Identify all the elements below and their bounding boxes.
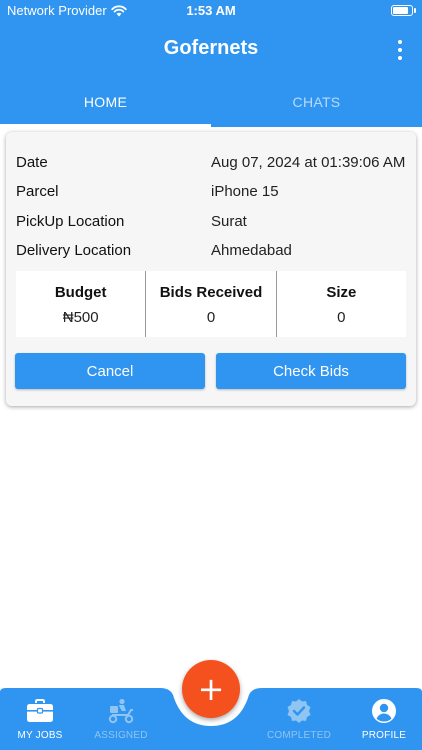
date-label: Date [16,153,48,171]
size-label: Size [326,284,357,301]
check-bids-button[interactable]: Check Bids [216,353,406,389]
tab-bar: HOME CHATS [0,85,422,127]
delivery-scooter-icon [108,698,134,724]
size-stat: Size 0 [275,271,406,337]
parcel-label: Parcel [16,182,59,200]
page-title: Gofernets [163,37,259,59]
nav-completed[interactable]: COMPLETED [259,698,339,741]
parcel-value: iPhone 15 [211,182,279,200]
job-card[interactable]: Date Aug 07, 2024 at 01:39:06 AM Parcel … [6,132,416,406]
delivery-label: Delivery Location [16,241,132,259]
more-vert-icon[interactable] [396,40,404,60]
pickup-label: PickUp Location [16,212,125,230]
nav-assigned-label: ASSIGNED [94,730,148,741]
bids-value: 0 [206,309,216,326]
status-bar: Network Provider 1:53 AM [0,0,422,22]
nav-my-jobs-label: MY JOBS [17,730,63,741]
pickup-value: Surat [211,212,247,230]
size-value: 0 [337,309,346,326]
budget-value: ₦500 [62,309,99,326]
briefcase-icon [27,699,53,722]
add-job-button[interactable]: + [182,660,240,718]
delivery-value: Ahmedabad [211,241,292,259]
battery-icon [391,5,416,16]
job-stats: Budget ₦500 Bids Received 0 Size 0 [16,271,406,337]
nav-profile[interactable]: PROFILE [344,698,422,741]
budget-label: Budget [54,284,107,301]
nav-completed-label: COMPLETED [266,730,332,741]
date-row: Date Aug 07, 2024 at 01:39:06 AM [16,149,406,175]
tab-home[interactable]: HOME [0,85,211,127]
pickup-row: PickUp Location Surat [16,208,406,234]
nav-assigned[interactable]: ASSIGNED [81,698,161,741]
delivery-row: Delivery Location Ahmedabad [16,237,406,263]
nav-my-jobs[interactable]: MY JOBS [0,698,80,741]
clock: 1:53 AM [186,3,236,18]
bids-label: Bids Received [159,284,263,301]
bids-stat: Bids Received 0 [145,271,275,337]
cancel-button[interactable]: Cancel [15,353,205,389]
parcel-row: Parcel iPhone 15 [16,178,406,204]
app-header: Network Provider 1:53 AM Gofernets HOME … [0,0,422,127]
budget-stat: Budget ₦500 [16,271,145,337]
nav-profile-label: PROFILE [361,730,407,741]
date-value: Aug 07, 2024 at 01:39:06 AM [211,153,406,171]
verified-badge-icon [287,699,311,723]
account-circle-icon [372,699,396,723]
tab-chats[interactable]: CHATS [211,85,422,127]
